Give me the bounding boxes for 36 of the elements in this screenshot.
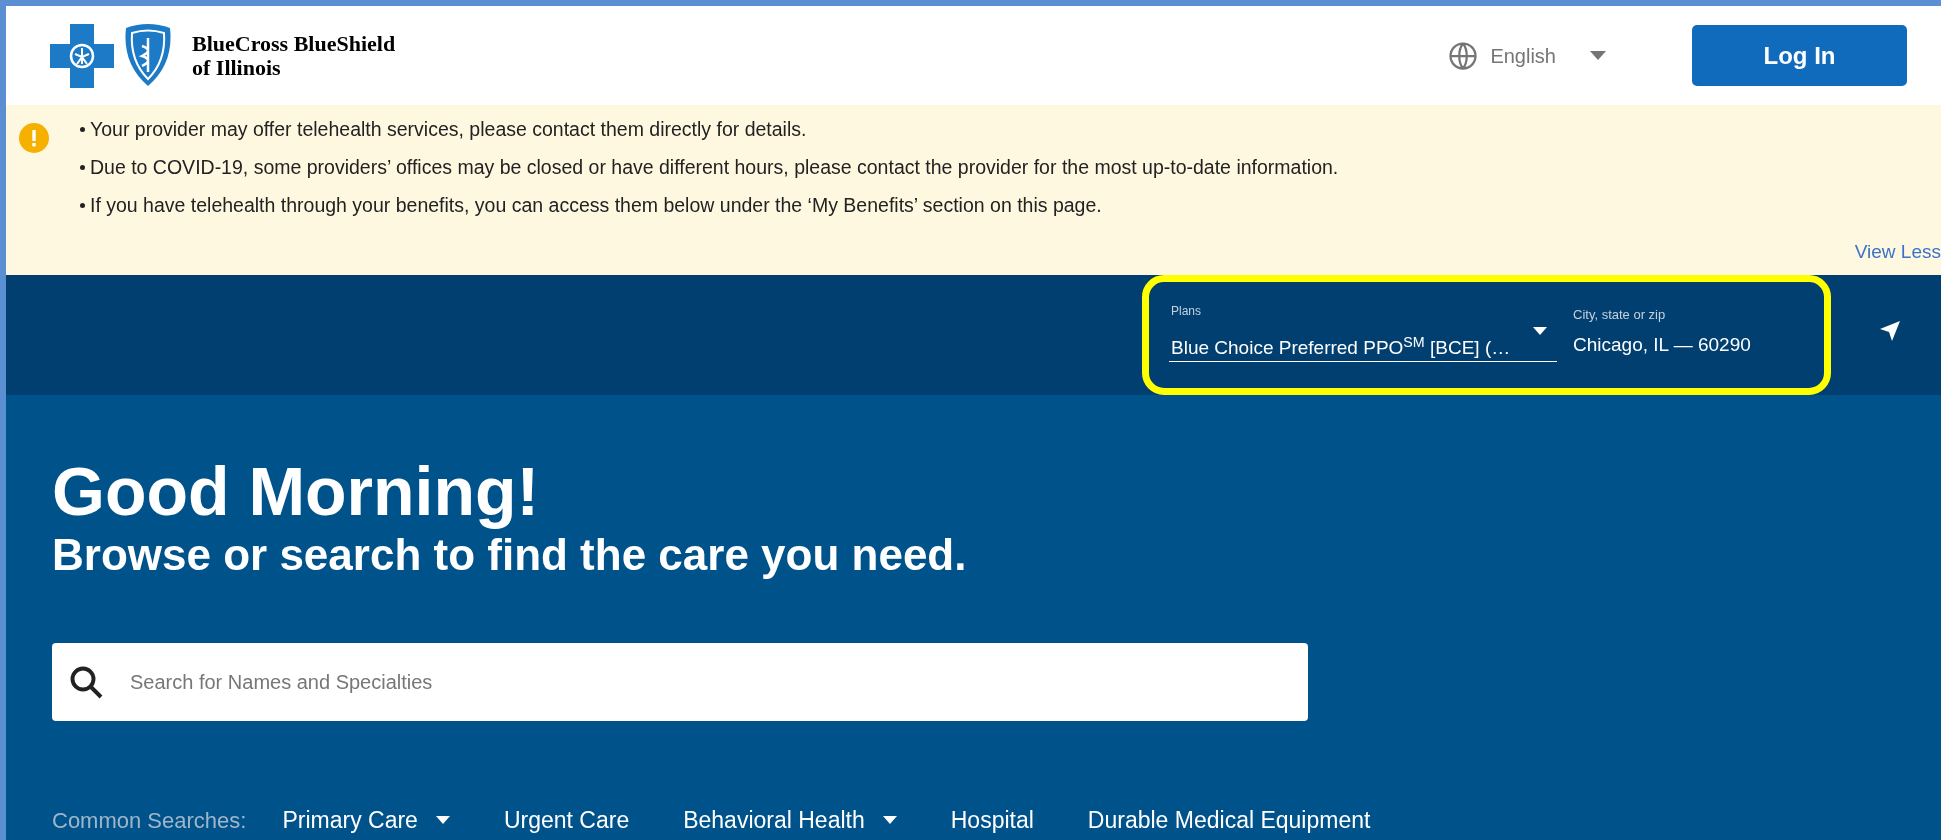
caret-icon	[435, 816, 450, 825]
search-dropdown[interactable]: Primary Care	[282, 803, 450, 838]
search-link[interactable]: Durable Medical Equipment	[1087, 803, 1371, 838]
caret-icon	[1590, 51, 1606, 60]
field-label: Plans	[1171, 303, 1202, 320]
search-icon	[68, 664, 104, 700]
subtitle-heading: Browse or search to find the care you need.	[52, 529, 968, 581]
caret-icon	[1533, 327, 1547, 335]
search-dropdown[interactable]: Behavioral Health	[683, 803, 897, 838]
language-select[interactable]: English	[1448, 40, 1606, 71]
logo-text: BlueCross BlueShield	[192, 31, 396, 56]
location-arrow-icon[interactable]	[1879, 320, 1901, 342]
bullet-icon	[80, 164, 85, 170]
logo-text: of Illinois	[192, 55, 282, 80]
warning-icon	[19, 123, 49, 153]
search-link[interactable]: Urgent Care	[503, 803, 630, 838]
notice-text: Due to COVID-19, some providers’ offices may be closed or have different hours, please contact the provider for the most up-to-date information.	[90, 157, 1339, 177]
bullet-icon	[80, 202, 85, 208]
notice-text: If you have telehealth through your benefits, you can access them below under the ‘My Benefits’ section on this page.	[90, 195, 1102, 215]
view-less-link[interactable]: View Less	[1854, 238, 1941, 267]
shield-logo-icon	[122, 23, 174, 88]
search-link[interactable]: Hospital	[950, 803, 1034, 838]
location-field[interactable]: City, state or zip Chicago, IL — 60290	[1563, 296, 1824, 362]
notice-text: Your provider may offer telehealth services, please contact them directly for details.	[90, 119, 807, 139]
bullet-icon	[80, 126, 85, 132]
globe-icon	[1448, 40, 1479, 71]
plans-dropdown[interactable]: Plans Blue Choice Preferred PPO$^{SM}$ [BCE] (…	[1169, 296, 1557, 362]
common-searches-label: Common Searches:	[52, 806, 247, 835]
field-value: Chicago, IL — 60290	[1573, 333, 1751, 357]
field-value: Blue Choice Preferred PPO$^{SM}$ [BCE] (…	[1171, 334, 1511, 360]
caret-icon	[882, 816, 897, 825]
search-field[interactable]: Search for Names and Specialties	[52, 643, 1308, 721]
cross-logo-icon	[50, 23, 114, 88]
login-button[interactable]: Log In	[1692, 25, 1907, 86]
field-label: City, state or zip	[1573, 306, 1666, 324]
greeting-heading: Good Morning!	[52, 452, 541, 531]
